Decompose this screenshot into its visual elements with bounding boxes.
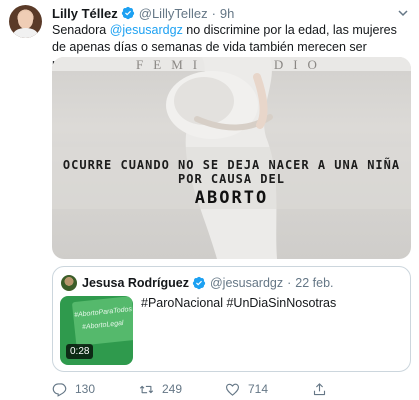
quoted-tweet-text: #ParoNacional #UnDiaSinNosotras: [141, 296, 337, 310]
mention-link[interactable]: @jesusardgz: [110, 23, 183, 37]
tweet-text-before: Senadora: [52, 23, 110, 37]
quoted-tweet[interactable]: Jesusa Rodríguez @jesusardgz · 22 feb. #…: [52, 266, 411, 372]
handle[interactable]: @LillyTellez: [139, 6, 208, 21]
retweet-count: 249: [162, 382, 183, 396]
quoted-display-name[interactable]: Jesusa Rodríguez: [82, 276, 189, 290]
reply-icon: [52, 382, 67, 397]
avatar-body: [13, 28, 38, 38]
chevron-down-icon[interactable]: [397, 7, 409, 19]
retweet-button[interactable]: 249: [139, 380, 182, 398]
quoted-separator-dot: ·: [287, 275, 292, 290]
quoted-tweet-header: Jesusa Rodríguez @jesusardgz · 22 feb.: [82, 274, 334, 291]
avatar-face: [18, 11, 33, 29]
verified-badge-icon: [192, 276, 206, 289]
like-count: 714: [248, 382, 269, 396]
timestamp[interactable]: 9h: [220, 6, 234, 21]
quoted-date[interactable]: 22 feb.: [295, 276, 333, 290]
tweet-header: Lilly Téllez @LillyTellez · 9h: [52, 4, 234, 22]
quoted-handle[interactable]: @jesusardgz: [210, 276, 283, 290]
like-button[interactable]: 714: [225, 380, 268, 398]
retweet-icon: [139, 385, 154, 393]
tweet[interactable]: Lilly Téllez @LillyTellez · 9h Senadora …: [0, 0, 419, 400]
quoted-avatar[interactable]: [61, 275, 77, 291]
image-caption-line2: POR CAUSA DEL: [178, 172, 285, 186]
share-button[interactable]: [312, 380, 335, 398]
display-name[interactable]: Lilly Téllez: [52, 6, 118, 21]
image-caption-line1: OCURRE CUANDO NO SE DEJA NACER A UNA NIÑ…: [62, 158, 401, 172]
reply-button[interactable]: 130: [52, 380, 95, 398]
reply-count: 130: [75, 382, 96, 396]
quoted-video-thumbnail[interactable]: #AbortoParaTodos #AbortoLegal 0:28: [60, 296, 133, 365]
heart-icon: [225, 383, 240, 396]
share-icon: [313, 382, 326, 395]
image-caption-line3: ABORTO: [194, 188, 269, 208]
tweet-image[interactable]: FEMINICIDIO OCURRE CUANDO NO SE DEJA NAC…: [52, 57, 411, 259]
separator-dot: ·: [211, 5, 216, 21]
video-duration-badge: 0:28: [66, 344, 94, 359]
avatar[interactable]: [9, 5, 42, 38]
verified-badge-icon: [121, 6, 134, 20]
action-bar: 130 249 714: [52, 380, 411, 398]
